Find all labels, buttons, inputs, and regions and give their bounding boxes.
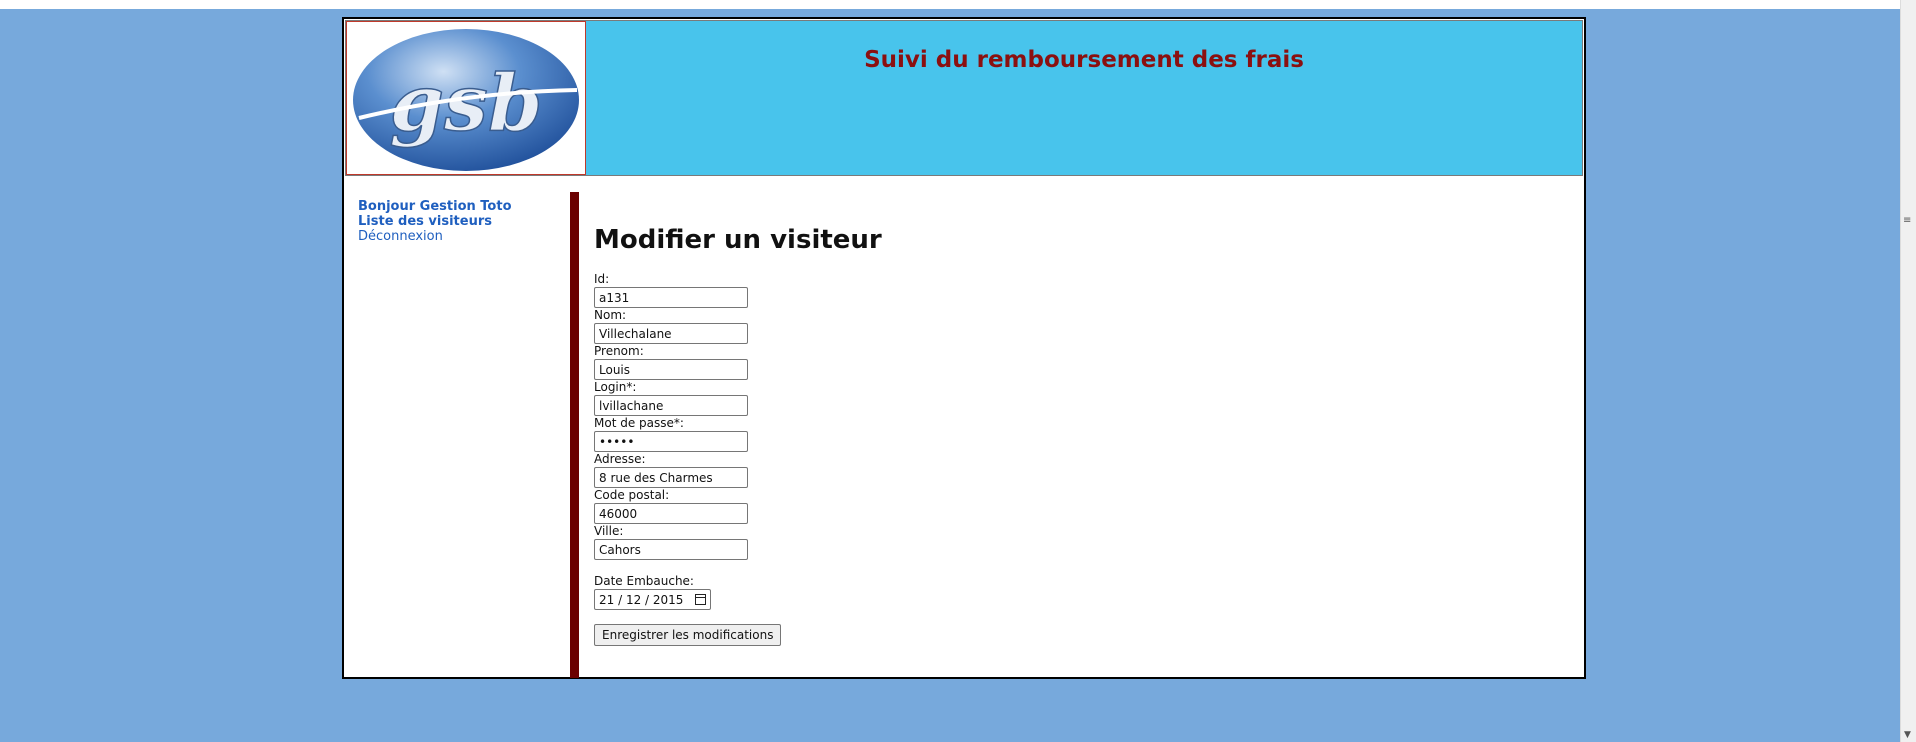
user-greeting: Bonjour Gestion Toto [358,199,512,214]
logout-link[interactable]: Déconnexion [358,229,558,244]
page-container: gsb Suivi du remboursement des frais Bon… [342,17,1586,679]
save-changes-button[interactable]: Enregistrer les modifications [594,624,782,646]
prenom-label: Prenom: [594,344,644,358]
vertical-divider [570,192,579,678]
calendar-icon[interactable] [695,594,706,605]
gsb-logo: gsb [346,21,586,175]
nom-label: Nom: [594,308,627,322]
sidebar: Bonjour Gestion Toto Liste des visiteurs… [358,199,558,244]
login-label: Login*: [594,380,637,394]
gsb-logo-image: gsb [353,29,579,171]
header-banner: gsb Suivi du remboursement des frais [345,20,1583,176]
password-label: Mot de passe*: [594,416,684,430]
ville-input[interactable] [594,539,748,560]
login-input[interactable] [594,395,748,416]
logo-text: gsb [390,58,543,149]
visitors-list-link[interactable]: Liste des visiteurs [358,214,558,229]
date-embauche-input[interactable]: 21 / 12 / 2015 [594,589,711,610]
id-input[interactable] [594,287,748,308]
adresse-label: Adresse: [594,452,646,466]
chevron-down-icon[interactable]: ▼ [1904,730,1911,740]
id-label: Id: [594,272,610,286]
nom-input[interactable] [594,323,748,344]
prenom-input[interactable] [594,359,748,380]
form-title: Modifier un visiteur [594,225,882,255]
vertical-scrollbar[interactable]: ≡ ▼ [1900,0,1916,742]
page-title: Suivi du remboursement des frais [864,47,1304,73]
date-embauche-value: 21 / 12 / 2015 [599,592,684,607]
password-input[interactable] [594,431,748,452]
code-postal-input[interactable] [594,503,748,524]
browser-top-strip [0,0,1900,9]
adresse-input[interactable] [594,467,748,488]
edit-visitor-form: Id: Nom: Prenom: Login*: Mot de passe*: … [594,272,882,646]
scroll-grip-icon[interactable]: ≡ [1903,216,1911,226]
code-postal-label: Code postal: [594,488,670,502]
ville-label: Ville: [594,524,624,538]
date-embauche-label: Date Embauche: [594,574,694,588]
main-content: Modifier un visiteur Id: Nom: Prenom: Lo… [594,224,882,646]
